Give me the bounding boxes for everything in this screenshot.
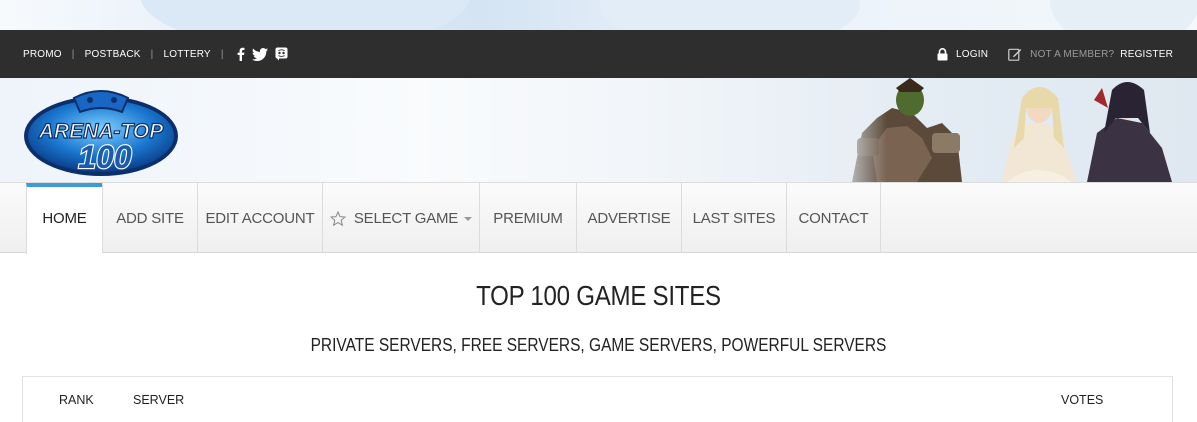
star-icon [329,210,346,226]
edit-icon [1008,47,1022,61]
nav-premium[interactable]: PREMIUM [479,183,576,253]
main-nav: HOME ADD SITE EDIT ACCOUNT SELECT GAME P… [0,182,1197,254]
nav-last-sites[interactable]: LAST SITES [681,183,786,253]
social-links [236,47,288,61]
logo-text-bottom: 100 [78,139,132,175]
sites-table: RANK SERVER VOTES [22,376,1173,422]
column-header-rank[interactable]: RANK [59,393,94,407]
promo-link[interactable]: PROMO [23,49,62,60]
page-subtitle: PRIVATE SERVERS, FREE SERVERS, GAME SERV… [310,335,887,355]
nav-select-game-label: SELECT GAME [353,209,459,227]
lottery-link[interactable]: LOTTERY [163,49,210,60]
nav-home[interactable]: HOME [26,183,102,254]
twitter-icon[interactable] [251,47,268,61]
nav-contact[interactable]: CONTACT [786,183,881,253]
site-logo[interactable]: ARENA-TOP 100 [22,86,180,182]
separator: | [220,48,224,60]
nav-select-game[interactable]: SELECT GAME [322,183,479,253]
column-header-votes[interactable]: VOTES [1061,393,1103,407]
nav-advertise[interactable]: ADVERTISE [576,183,681,253]
top-links: PROMO | POSTBACK | LOTTERY | [23,47,288,61]
account-links: LOGIN NOT A MEMBER? REGISTER [937,47,1173,61]
facebook-icon[interactable] [236,47,245,61]
page-background [0,0,1197,30]
game-characters-art [832,78,1197,182]
chevron-down-icon [464,216,473,221]
page-title: TOP 100 GAME SITES [476,280,721,311]
login-link[interactable]: LOGIN [956,49,988,60]
header-banner: ARENA-TOP 100 [0,78,1197,182]
nav-edit-account[interactable]: EDIT ACCOUNT [197,183,322,253]
register-link[interactable]: REGISTER [1120,49,1173,60]
top-bar: PROMO | POSTBACK | LOTTERY | LOGIN NOT A… [0,30,1197,78]
separator: | [71,48,75,60]
postback-link[interactable]: POSTBACK [85,49,141,60]
column-header-server[interactable]: SERVER [133,393,184,407]
not-member-text: NOT A MEMBER? [1030,48,1115,60]
separator: | [150,48,154,60]
lock-icon [937,47,948,61]
nav-add-site[interactable]: ADD SITE [102,183,197,253]
discord-icon[interactable] [275,47,288,61]
